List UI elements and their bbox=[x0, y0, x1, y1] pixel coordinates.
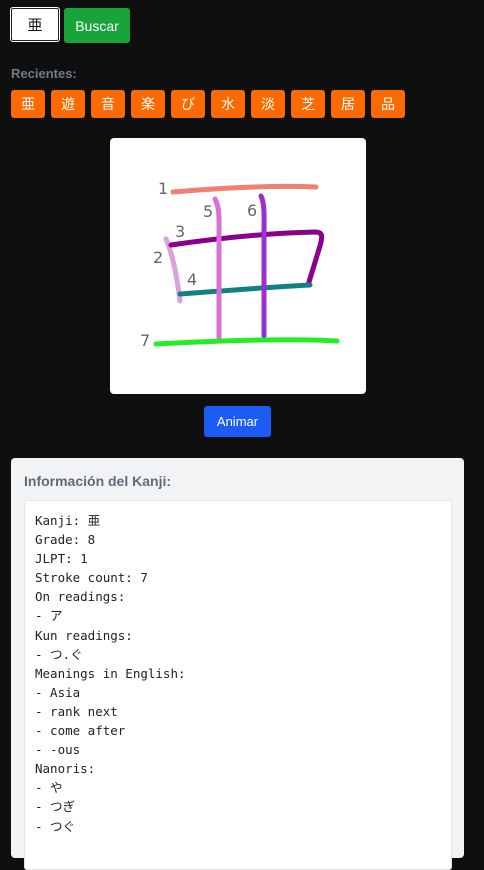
info-line: Nanoris: bbox=[35, 761, 96, 777]
info-line: Meanings in English: bbox=[35, 665, 186, 681]
info-line: Grade: 8 bbox=[35, 532, 96, 548]
kanji-info-text: Kanji: 亜 Grade: 8 JLPT: 1 Stroke count: … bbox=[24, 500, 452, 870]
info-line: - Asia bbox=[35, 684, 81, 700]
recent-kanji-chip[interactable]: 居 bbox=[331, 90, 365, 118]
info-line: - や bbox=[35, 780, 63, 796]
info-line: JLPT: 1 bbox=[35, 551, 88, 567]
stroke-number-6: 6 bbox=[247, 201, 257, 220]
stroke-order-diagram: 1 2 3 4 5 6 7 bbox=[110, 138, 366, 394]
recent-kanji-chip[interactable]: 淡 bbox=[251, 90, 285, 118]
recent-kanji-chip[interactable]: 水 bbox=[211, 90, 245, 118]
info-line: - つぐ bbox=[35, 818, 76, 834]
kanji-search-input[interactable] bbox=[10, 7, 60, 42]
stroke-2 bbox=[163, 236, 183, 304]
search-bar: Buscar bbox=[10, 7, 130, 43]
stroke-7 bbox=[153, 337, 340, 347]
info-line: - つぎ bbox=[35, 799, 76, 815]
recent-kanji-chip[interactable]: 音 bbox=[91, 90, 125, 118]
info-line: Stroke count: 7 bbox=[35, 570, 148, 586]
stroke-number-2: 2 bbox=[153, 248, 163, 267]
recent-kanji-chip[interactable]: び bbox=[171, 90, 205, 118]
info-line: - -ous bbox=[35, 742, 81, 758]
info-title: Información del Kanji: bbox=[24, 473, 172, 489]
info-line: - ア bbox=[35, 608, 63, 624]
stroke-1 bbox=[170, 183, 319, 195]
animate-button[interactable]: Animar bbox=[204, 406, 271, 437]
recent-kanji-chip[interactable]: 亜 bbox=[11, 90, 45, 118]
stroke-number-4: 4 bbox=[187, 270, 197, 289]
info-line: - つ.ぐ bbox=[35, 646, 83, 662]
stroke-number-1: 1 bbox=[158, 179, 168, 198]
info-line: On readings: bbox=[35, 589, 126, 605]
stroke-number-3: 3 bbox=[175, 222, 185, 241]
recent-kanji-chip[interactable]: 遊 bbox=[51, 90, 85, 118]
stroke-6 bbox=[258, 193, 267, 339]
info-line: - rank next bbox=[35, 703, 118, 719]
recent-kanji-list: 亜 遊 音 楽 び 水 淡 芝 居 品 bbox=[11, 90, 405, 118]
recent-label: Recientes: bbox=[11, 66, 77, 81]
recent-kanji-chip[interactable]: 楽 bbox=[131, 90, 165, 118]
stroke-4 bbox=[177, 282, 313, 297]
stroke-order-svg: 1 2 3 4 5 6 7 bbox=[140, 179, 340, 350]
info-line: - come after bbox=[35, 723, 126, 739]
recent-kanji-chip[interactable]: 芝 bbox=[291, 90, 325, 118]
recent-kanji-chip[interactable]: 品 bbox=[371, 90, 405, 118]
stroke-5 bbox=[212, 196, 222, 341]
stroke-number-5: 5 bbox=[203, 202, 213, 221]
info-line: Kun readings: bbox=[35, 627, 133, 643]
info-line: Kanji: 亜 bbox=[35, 513, 101, 528]
stroke-number-7: 7 bbox=[140, 331, 150, 350]
kanji-info-panel: Información del Kanji: Kanji: 亜 Grade: 8… bbox=[11, 458, 464, 870]
search-button[interactable]: Buscar bbox=[64, 8, 130, 43]
